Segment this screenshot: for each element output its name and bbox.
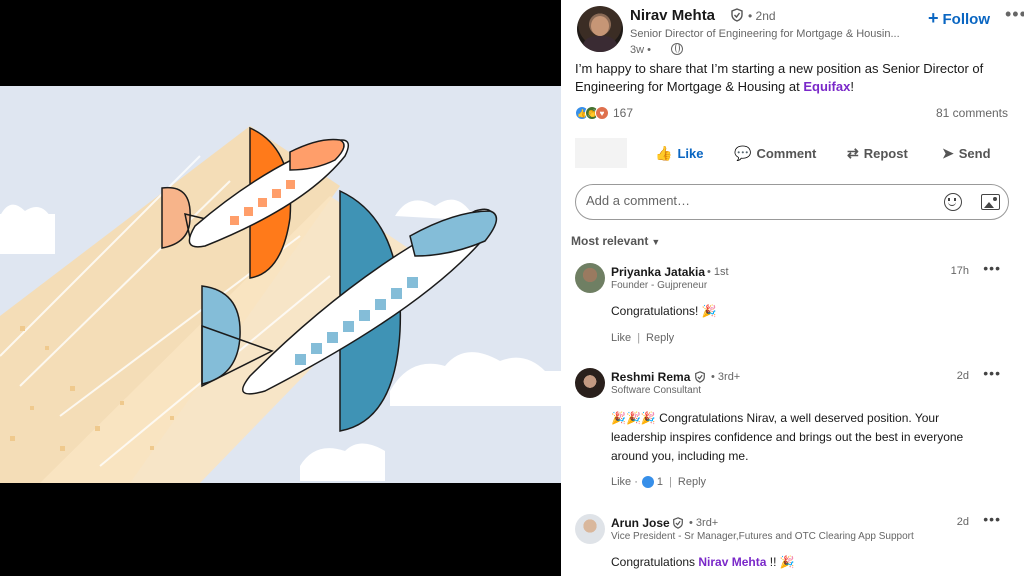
comment-text-prefix: Congratulations: [611, 555, 699, 569]
repost-icon: ⇄: [847, 145, 859, 161]
comment-actions: Like · 1 | Reply: [611, 476, 707, 488]
comment-text-suffix: !! 🎉: [766, 555, 795, 569]
commenter-avatar[interactable]: [575, 263, 605, 293]
verified-icon: [731, 8, 743, 22]
comment-label: Comment: [756, 146, 817, 161]
post-text-end: !: [850, 79, 854, 94]
comment-text: Congratulations! 🎉: [611, 304, 717, 318]
comment-text: 🎉🎉🎉 Congratulations Nirav, a well deserv…: [611, 411, 964, 463]
comment-text: Congratulations Nirav Mehta !! 🎉: [611, 553, 991, 572]
commenter-name[interactable]: Priyanka Jatakia: [611, 265, 705, 279]
comment-more-icon[interactable]: •••: [983, 260, 1001, 276]
post-media[interactable]: [0, 0, 561, 576]
author-headline: Senior Director of Engineering for Mortg…: [630, 28, 900, 40]
commenter-degree: • 3rd+: [711, 371, 741, 383]
like-reaction-icon: [641, 476, 654, 488]
comment-actions: Like | Reply: [611, 332, 675, 344]
comment-more-icon[interactable]: •••: [983, 511, 1001, 527]
author-avatar[interactable]: [577, 6, 623, 52]
reaction-count: 167: [613, 106, 634, 120]
comment-time: 2d: [956, 370, 969, 382]
emoji-icon[interactable]: [944, 193, 962, 211]
like-button[interactable]: 👍 Like: [655, 145, 703, 162]
send-label: Send: [958, 146, 991, 161]
thumbs-up-icon: 👍: [655, 145, 673, 161]
more-options-icon[interactable]: •••: [1005, 4, 1024, 25]
post-panel: Nirav Mehta • 2nd Senior Director of Eng…: [561, 0, 1024, 576]
commenter-avatar[interactable]: [575, 514, 605, 544]
comment-sort-dropdown[interactable]: Most relevant ▼: [571, 234, 660, 248]
mention-link[interactable]: Nirav Mehta: [698, 555, 766, 569]
image-icon[interactable]: [981, 194, 1000, 210]
comment-button[interactable]: 💬 Comment: [734, 145, 816, 162]
commenter-headline: Vice President - Sr Manager,Futures and …: [611, 531, 914, 542]
commenter-avatar[interactable]: [575, 368, 605, 398]
caret-down-icon: ▼: [651, 237, 661, 247]
repost-button[interactable]: ⇄ Repost: [847, 145, 908, 162]
post-text-main: I’m happy to share that I’m starting a n…: [575, 61, 984, 94]
commenter-name[interactable]: Arun Jose: [611, 516, 670, 530]
comment-like-count: 1: [656, 476, 664, 488]
airplanes-illustration: [0, 86, 561, 483]
commenter-degree: • 3rd+: [689, 517, 719, 529]
author-degree: • 2nd: [748, 9, 776, 23]
post-actions: 👍 Like 💬 Comment ⇄ Repost ➤ Send: [575, 138, 1015, 170]
comment-time: 2d: [956, 516, 969, 528]
send-icon: ➤: [942, 145, 954, 161]
linkedin-post-viewer: Nirav Mehta • 2nd Senior Director of Eng…: [0, 0, 1024, 576]
comment-composer: [575, 184, 1009, 220]
comment-item: Priyanka Jatakia • 1st Founder - Gujpren…: [575, 260, 1015, 353]
verified-icon: [673, 517, 683, 529]
send-button[interactable]: ➤ Send: [942, 145, 991, 162]
cloud-right-low: [390, 352, 561, 406]
author-name[interactable]: Nirav Mehta: [630, 7, 715, 24]
like-label: Like: [677, 146, 704, 161]
comments-count[interactable]: 81 comments: [936, 106, 1008, 120]
repost-label: Repost: [863, 146, 908, 161]
reactions-summary[interactable]: 👍 👏 ♥ 167: [575, 105, 633, 121]
post-header: Nirav Mehta • 2nd Senior Director of Eng…: [577, 4, 1024, 56]
post-text: I’m happy to share that I’m starting a n…: [575, 60, 1005, 96]
sort-label: Most relevant: [571, 234, 649, 248]
plus-icon: +: [928, 8, 939, 28]
comment-reply-button[interactable]: Reply: [678, 476, 706, 488]
comment-icon: 💬: [734, 145, 752, 161]
love-reaction-icon: ♥: [595, 106, 609, 120]
follow-label: Follow: [942, 11, 991, 28]
comment-reply-button[interactable]: Reply: [646, 332, 674, 344]
follow-button[interactable]: + Follow: [928, 8, 990, 29]
comment-more-icon[interactable]: •••: [983, 365, 1001, 381]
post-time: 3w •: [630, 44, 651, 56]
comment-time: 17h: [950, 265, 969, 277]
commenter-name[interactable]: Reshmi Rema: [611, 370, 690, 384]
commenter-headline: Software Consultant: [611, 385, 702, 396]
comment-like-button[interactable]: Like ·: [611, 476, 638, 488]
comment-input[interactable]: [586, 193, 916, 208]
company-link[interactable]: Equifax: [803, 79, 850, 94]
commenter-degree: • 1st: [707, 266, 729, 278]
verified-icon: [695, 371, 705, 383]
globe-icon: [671, 43, 683, 55]
reaction-picker-placeholder: [575, 138, 627, 168]
comment-item: Arun Jose • 3rd+ Vice President - Sr Man…: [575, 511, 1015, 576]
cloud-bottom: [300, 443, 385, 481]
comment-item: Reshmi Rema • 3rd+ Software Consultant 2…: [575, 365, 1015, 498]
commenter-headline: Founder - Gujpreneur: [611, 280, 708, 291]
illustration-svg: [0, 126, 561, 483]
comment-like-button[interactable]: Like: [611, 332, 631, 344]
